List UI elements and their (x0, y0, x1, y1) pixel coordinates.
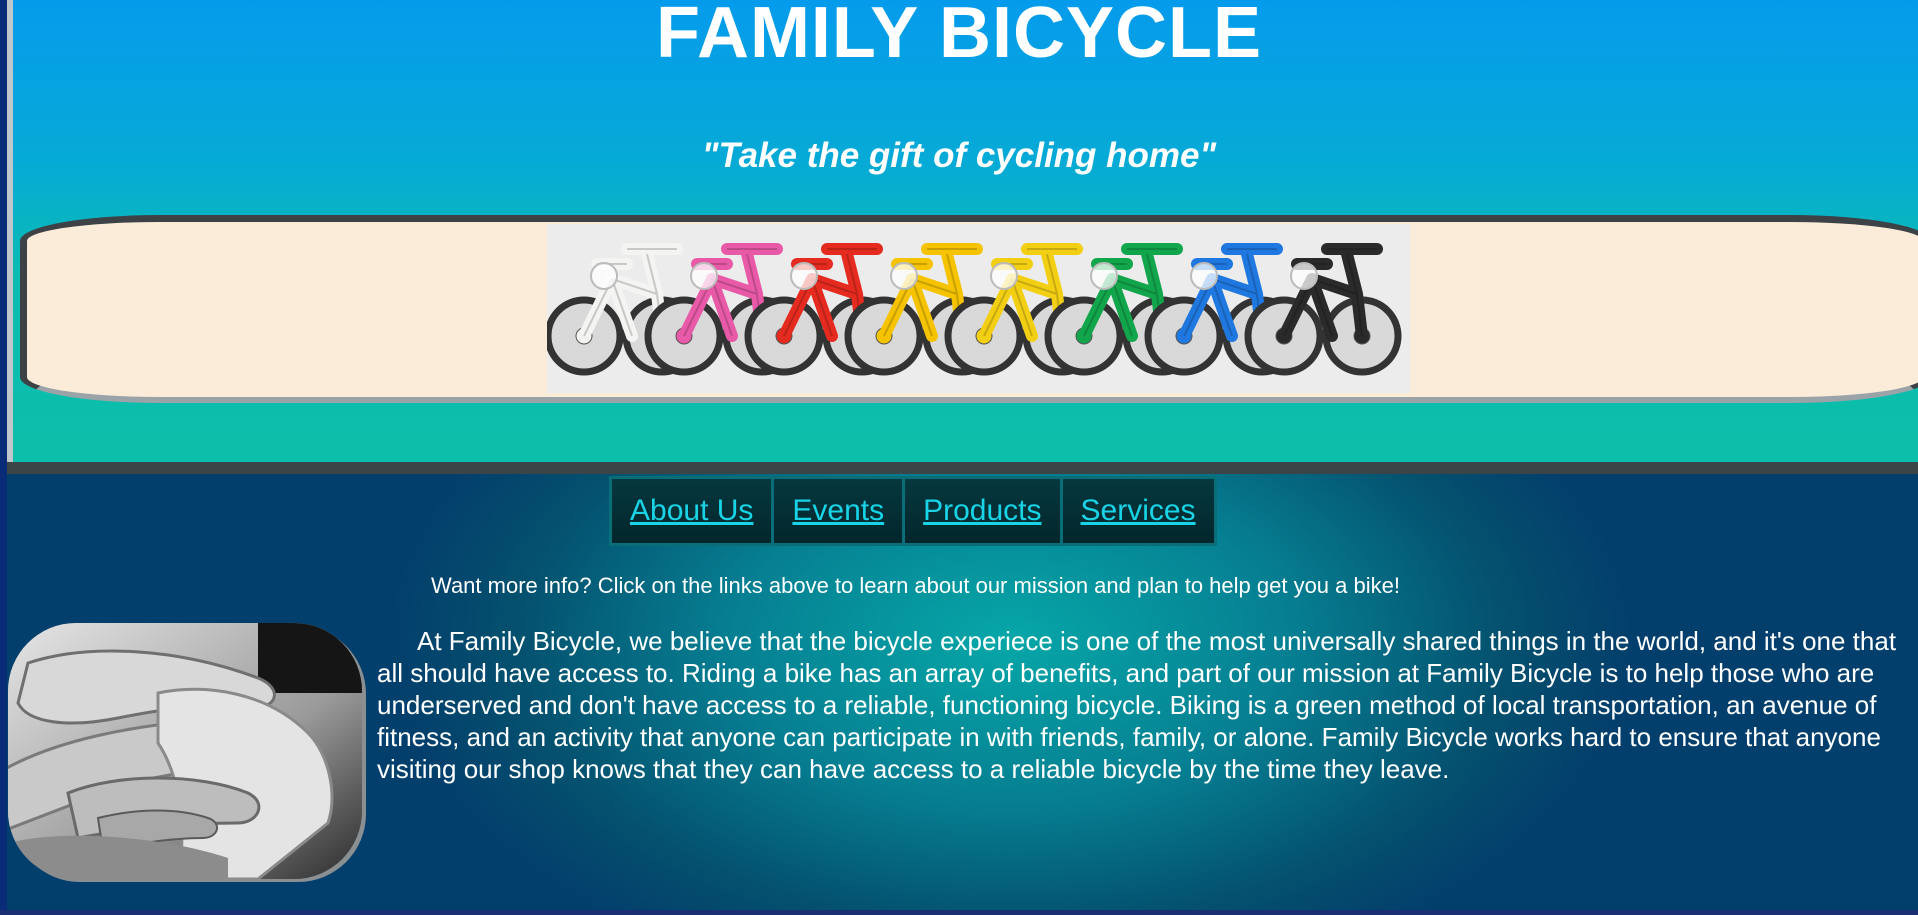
about-paragraph: At Family Bicycle, we believe that the b… (377, 626, 1897, 784)
info-text: Want more info? Click on the links above… (431, 573, 1400, 598)
nav-services-link[interactable]: Services (1062, 479, 1214, 543)
nav-events-link[interactable]: Events (774, 479, 906, 543)
nav-products-link[interactable]: Products (905, 479, 1063, 543)
header-divider (7, 462, 1918, 474)
page-bottom-edge (0, 910, 1918, 915)
stacked-hands-photo (8, 623, 362, 879)
hands-illustration (8, 623, 362, 879)
bicycles-illustration (547, 224, 1410, 393)
site-title: FAMILY BICYCLE (655, 0, 1263, 73)
main-nav: About Us Events Products Services (609, 476, 1217, 546)
site-tagline: "Take the gift of cycling home" (701, 136, 1217, 175)
rainbow-bicycles-image (547, 224, 1410, 393)
nav-about-us-link[interactable]: About Us (612, 479, 775, 543)
